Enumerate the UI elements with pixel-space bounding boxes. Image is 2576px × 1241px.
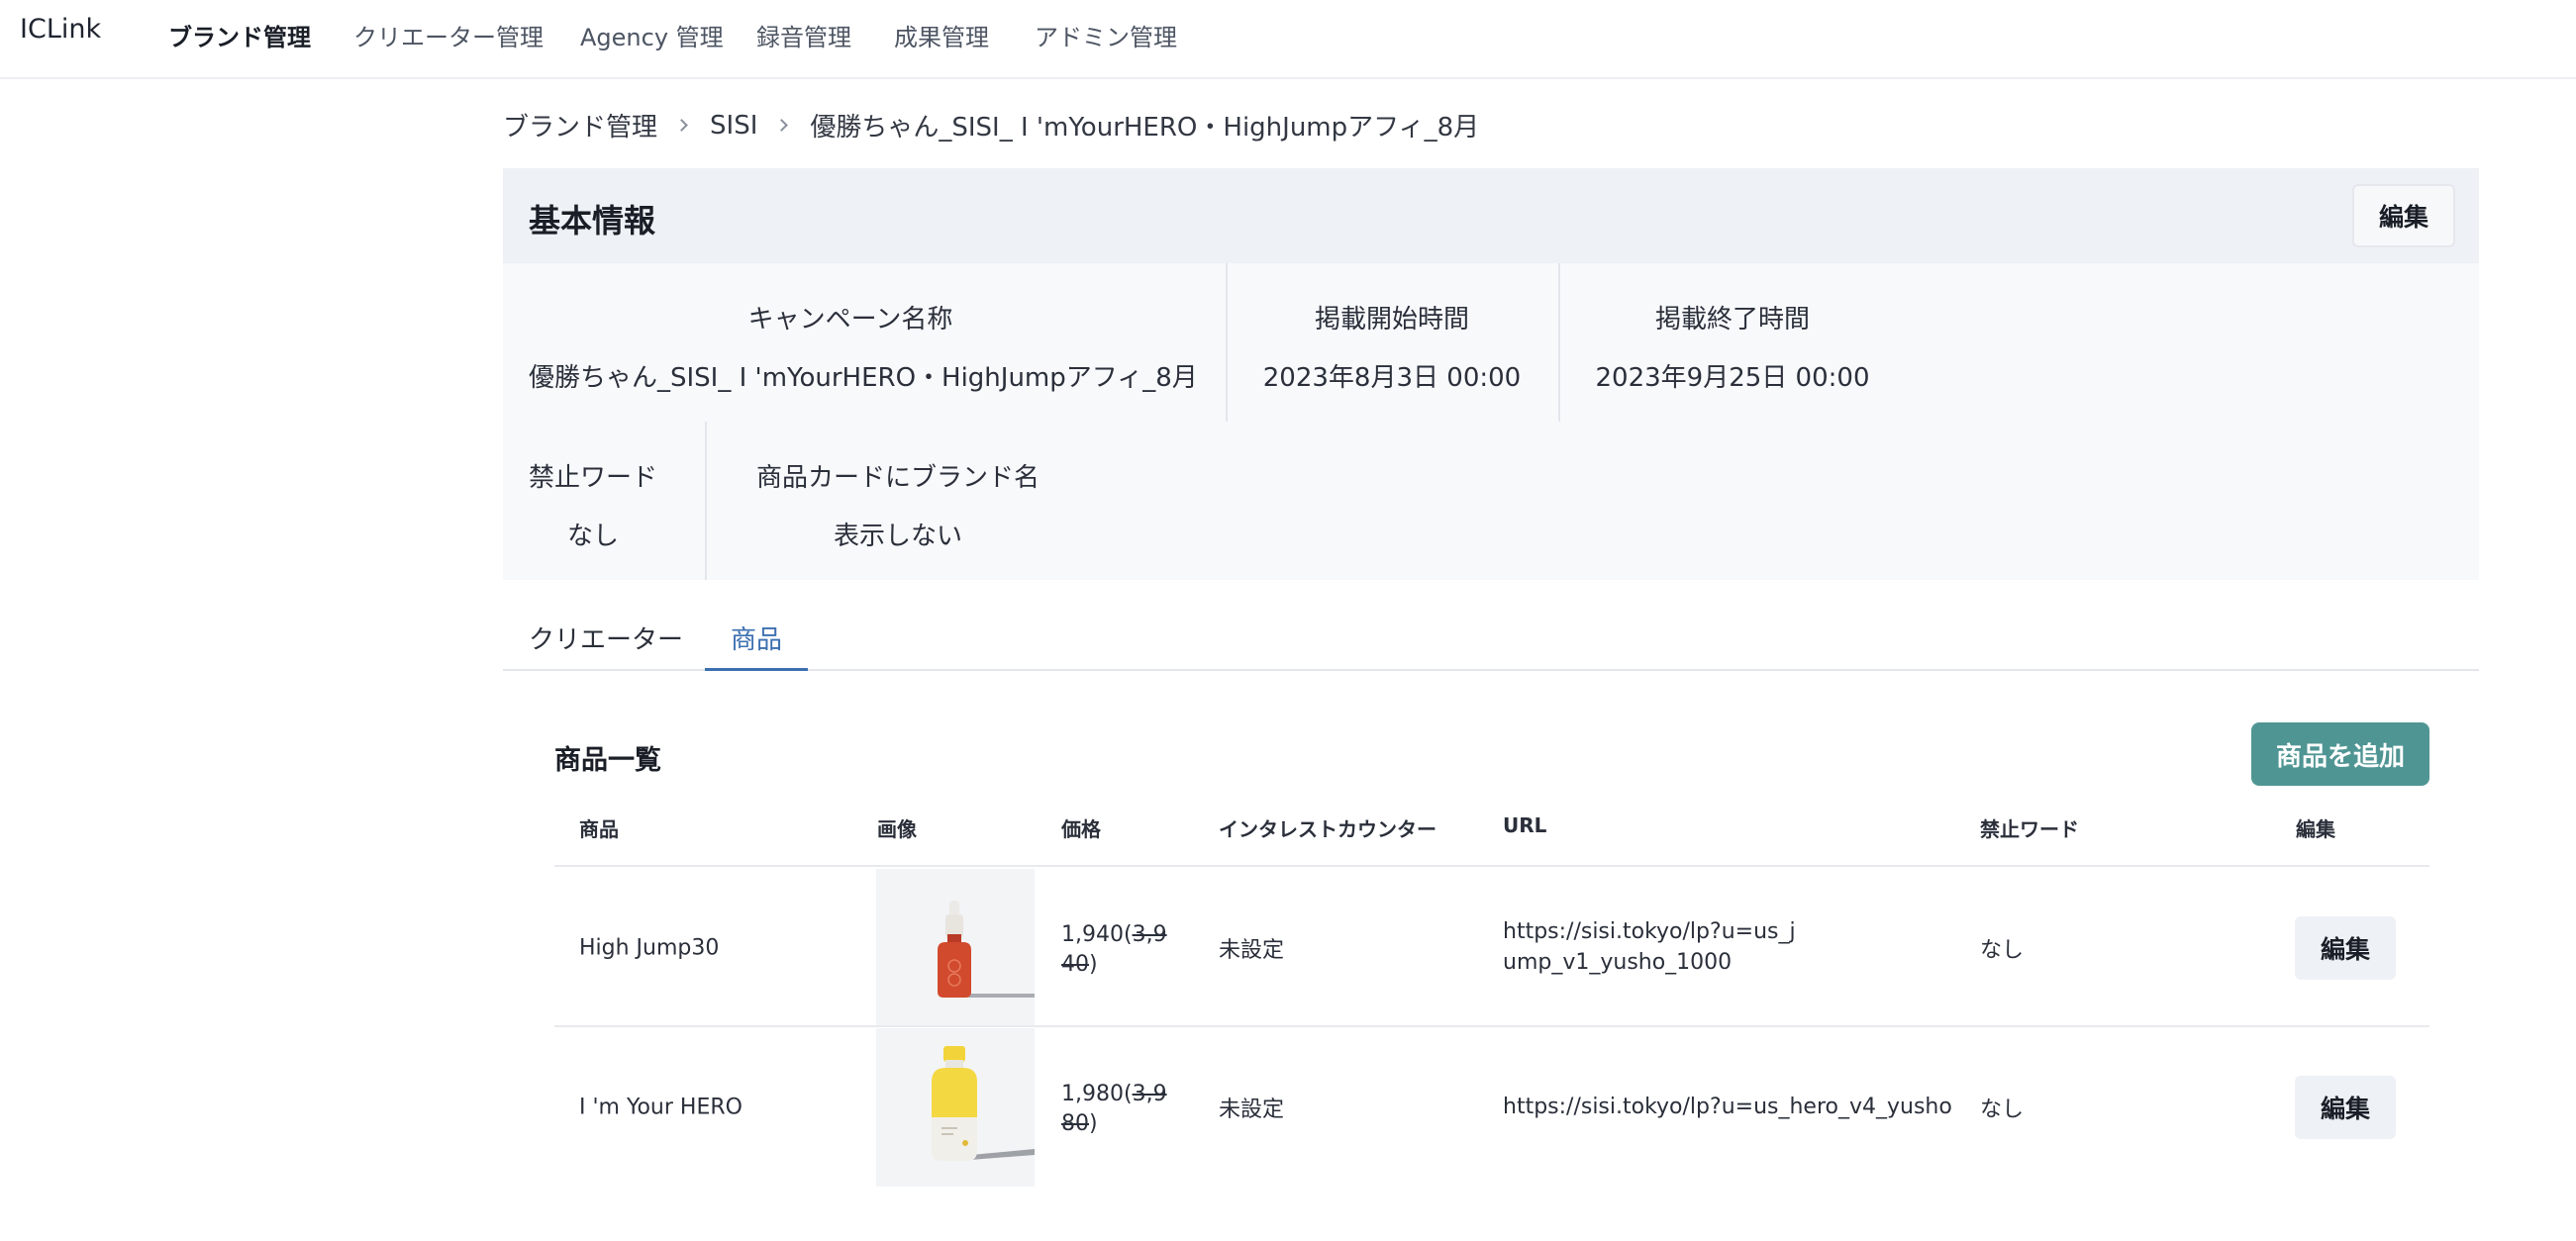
banned-words-label: 禁止ワード	[529, 463, 658, 493]
nav-admin-management[interactable]: アドミン管理	[1035, 18, 1177, 52]
column-header-interest-counter: インタレストカウンター	[1219, 817, 1437, 841]
product-price: 1,980(3,980)	[1061, 1082, 1167, 1136]
campaign-name-field: キャンペーン名称 優勝ちゃん_SISI_ I 'mYourHERO・HighJu…	[529, 299, 1198, 394]
add-product-button[interactable]: 商品を追加	[2251, 722, 2429, 786]
breadcrumb-brand-management[interactable]: ブランド管理	[503, 107, 657, 143]
banned-words-field: 禁止ワード なし	[529, 457, 657, 552]
column-header-banned-words: 禁止ワード	[1980, 817, 2079, 841]
brand-on-card-field: 商品カードにブランド名 表示しない	[705, 457, 1091, 552]
product-name: I 'm Your HERO	[579, 1095, 743, 1120]
start-time-label: 掲載開始時間	[1314, 305, 1469, 334]
product-list-title: 商品一覧	[554, 745, 661, 776]
edit-product-button[interactable]: 編集	[2295, 1076, 2396, 1139]
basic-info-title: 基本情報	[529, 202, 656, 239]
edit-product-button[interactable]: 編集	[2295, 916, 2396, 980]
banned-words-value: なし	[566, 522, 619, 551]
start-time-field: 掲載開始時間 2023年8月3日 00:00	[1226, 299, 1558, 394]
product-url[interactable]: https://sisi.tokyo/lp?u=us_jump_v1_yusho…	[1503, 916, 1800, 978]
table-divider	[554, 865, 2429, 867]
interest-counter: 未設定	[1219, 1098, 1285, 1122]
table-row: I 'm Your HERO 1,980(3,980) 未設定 https://…	[554, 1028, 2429, 1187]
basic-info-header: 基本情報 編集	[503, 168, 2479, 263]
table-divider	[554, 1025, 2429, 1027]
chevron-right-icon	[675, 119, 688, 132]
start-time-value: 2023年8月3日 00:00	[1262, 363, 1522, 393]
nav-results-management[interactable]: 成果管理	[894, 18, 989, 52]
end-time-value: 2023年9月25日 00:00	[1595, 363, 1870, 393]
table-row: High Jump30 1,940(3,940) 未設定 https://sis…	[554, 869, 2429, 1027]
nav-agency-management[interactable]: Agency 管理	[580, 18, 724, 52]
product-price: 1,940(3,940)	[1061, 922, 1167, 977]
product-image	[876, 1028, 1035, 1187]
interest-counter: 未設定	[1219, 938, 1285, 963]
end-time-field: 掲載終了時間 2023年9月25日 00:00	[1558, 299, 1907, 394]
campaign-tabs: クリエーター 商品	[503, 608, 2479, 671]
product-image	[876, 869, 1035, 1027]
banned-words: なし	[1980, 1098, 2025, 1122]
banned-words: なし	[1980, 938, 2025, 963]
column-header-edit: 編集	[2296, 817, 2335, 841]
tab-products[interactable]: 商品	[731, 620, 782, 656]
column-header-price: 価格	[1061, 817, 1101, 841]
tab-creators[interactable]: クリエーター	[529, 620, 683, 656]
active-tab-indicator	[705, 668, 808, 671]
breadcrumb-campaign: 優勝ちゃん_SISI_ I 'mYourHERO・HighJumpアフィ_8月	[810, 113, 1480, 143]
basic-info-body: キャンペーン名称 優勝ちゃん_SISI_ I 'mYourHERO・HighJu…	[503, 263, 2479, 580]
column-header-product: 商品	[579, 817, 619, 841]
brand-on-card-value: 表示しない	[833, 522, 962, 551]
product-name: High Jump30	[579, 935, 720, 961]
breadcrumb-brand[interactable]: SISI	[710, 111, 757, 141]
chevron-right-icon	[775, 119, 789, 132]
product-url[interactable]: https://sisi.tokyo/lp?u=us_hero_v4_yusho	[1503, 1092, 1952, 1122]
nav-brand-management[interactable]: ブランド管理	[168, 18, 311, 52]
breadcrumb: ブランド管理 SISI 優勝ちゃん_SISI_ I 'mYourHERO・Hig…	[503, 107, 1479, 143]
nav-creator-management[interactable]: クリエーター管理	[353, 18, 544, 52]
brand-on-card-label: 商品カードにブランド名	[755, 463, 1040, 493]
nav-recording-management[interactable]: 録音管理	[756, 18, 851, 52]
red-dropper-bottle-image	[876, 869, 1035, 1027]
app-logo[interactable]: ICLink	[20, 14, 101, 45]
campaign-name-value: 優勝ちゃん_SISI_ I 'mYourHERO・HighJumpアフィ_8月	[529, 363, 1198, 393]
top-navigation: ICLink ブランド管理 クリエーター管理 Agency 管理 録音管理 成果…	[0, 0, 2576, 79]
yellow-bottle-image	[876, 1028, 1035, 1187]
campaign-name-label: キャンペーン名称	[747, 305, 953, 334]
end-time-label: 掲載終了時間	[1654, 305, 1810, 334]
column-header-url: URL	[1503, 813, 1547, 837]
column-header-image: 画像	[877, 817, 917, 841]
basic-info-edit-button[interactable]: 編集	[2352, 184, 2455, 247]
